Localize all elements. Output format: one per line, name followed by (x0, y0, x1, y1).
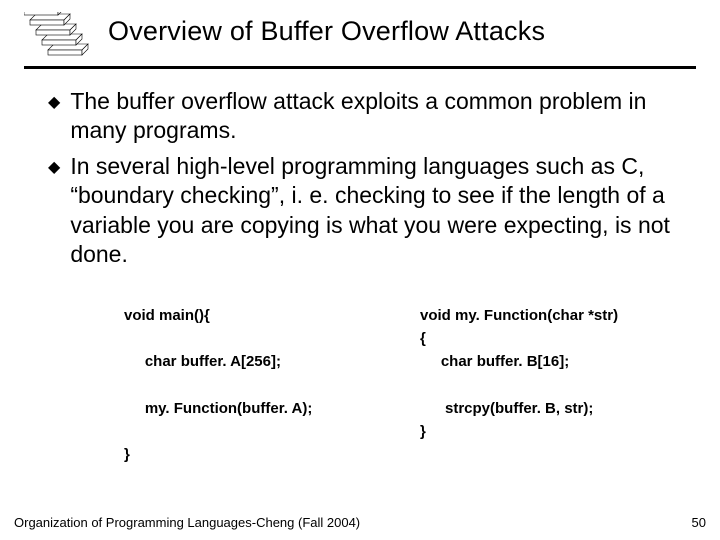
footer-text: Organization of Programming Languages-Ch… (14, 515, 360, 530)
slide-title: Overview of Buffer Overflow Attacks (108, 16, 545, 47)
slide-header: Overview of Buffer Overflow Attacks (24, 12, 696, 60)
slide-footer: Organization of Programming Languages-Ch… (14, 515, 706, 530)
code-columns: void main(){ char buffer. A[256]; my. Fu… (24, 304, 696, 467)
slide: Overview of Buffer Overflow Attacks ◆ Th… (0, 0, 720, 540)
bullet-text: In several high-level programming langua… (70, 152, 686, 270)
bullet-list: ◆ The buffer overflow attack exploits a … (24, 87, 696, 270)
page-number: 50 (692, 515, 706, 530)
stacked-books-icon (24, 12, 96, 60)
code-right: void my. Function(char *str) { char buff… (420, 304, 676, 467)
bullet-icon: ◆ (48, 89, 60, 117)
bullet-icon: ◆ (48, 154, 60, 182)
bullet-text: The buffer overflow attack exploits a co… (70, 87, 686, 146)
list-item: ◆ The buffer overflow attack exploits a … (48, 87, 686, 146)
list-item: ◆ In several high-level programming lang… (48, 152, 686, 270)
code-left: void main(){ char buffer. A[256]; my. Fu… (124, 304, 380, 467)
title-underline (24, 66, 696, 69)
